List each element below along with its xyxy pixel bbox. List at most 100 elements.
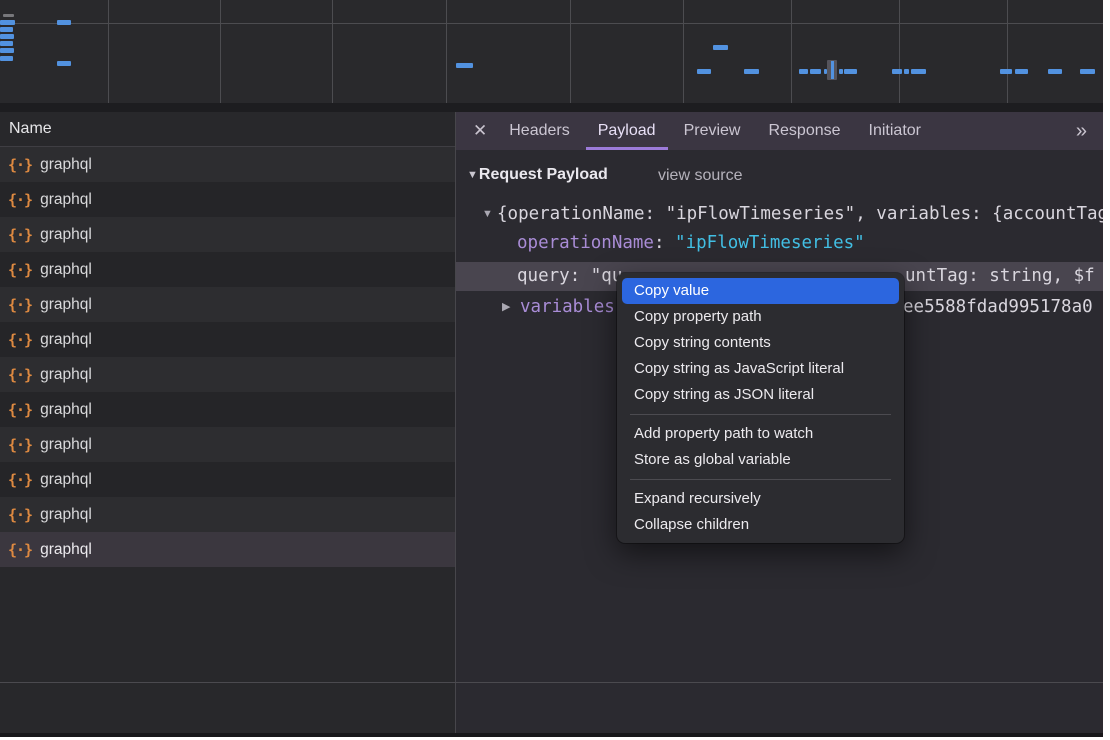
request-name: graphql bbox=[40, 191, 92, 209]
colon: : bbox=[570, 266, 591, 286]
request-name: graphql bbox=[40, 366, 92, 384]
section-title: Request Payload bbox=[479, 166, 608, 183]
payload-operationname-row[interactable]: operationName: "ipFlowTimeseries" bbox=[456, 229, 1103, 258]
table-row[interactable]: {·}graphql bbox=[0, 392, 455, 427]
request-timing-bar bbox=[3, 14, 14, 17]
menu-item-store-as-global-variable[interactable]: Store as global variable bbox=[617, 447, 904, 473]
requests-list: {·} graphql {·} graphql {·} graphql {·} grap… bbox=[0, 147, 455, 567]
overview-row-divider bbox=[0, 23, 1103, 24]
root-object-preview: {operationName: "ipFlowTimeseries", vari… bbox=[497, 200, 1103, 229]
timeline-gridline bbox=[791, 0, 792, 103]
request-timing-bar bbox=[1000, 69, 1012, 74]
timeline-gridline bbox=[332, 0, 333, 103]
expand-triangle-icon[interactable]: ▼ bbox=[482, 200, 493, 229]
menu-item-copy-property-path[interactable]: Copy property path bbox=[617, 304, 904, 330]
json-file-icon: {·} bbox=[8, 366, 32, 384]
json-file-icon: {·} bbox=[8, 436, 32, 454]
json-file-icon: {·} bbox=[8, 191, 32, 209]
property-key: operationName bbox=[517, 233, 654, 253]
json-file-icon: {·} bbox=[8, 401, 32, 419]
tab-payload[interactable]: Payload bbox=[586, 112, 668, 150]
request-timing-bar bbox=[456, 63, 473, 68]
request-timing-bar bbox=[0, 34, 14, 39]
property-key: query bbox=[517, 266, 570, 286]
collapse-triangle-icon: ▼ bbox=[467, 169, 478, 181]
json-file-icon: {·} bbox=[8, 541, 32, 559]
devtools-network-panel: Name {·} graphql {·} graphql {·} graphql {·… bbox=[0, 0, 1103, 737]
menu-item-add-property-path-to-watch[interactable]: Add property path to watch bbox=[617, 421, 904, 447]
timeline-gridline bbox=[220, 0, 221, 103]
request-timing-bar bbox=[57, 61, 71, 66]
request-name: graphql bbox=[40, 331, 92, 349]
close-icon[interactable]: ✕ bbox=[473, 112, 487, 150]
menu-item-copy-string-contents[interactable]: Copy string contents bbox=[617, 330, 904, 356]
timeline-gridline bbox=[1007, 0, 1008, 103]
timeline-gridline bbox=[570, 0, 571, 103]
name-column-header[interactable]: Name bbox=[0, 112, 455, 147]
request-timing-bar bbox=[1015, 69, 1028, 74]
request-name: graphql bbox=[40, 541, 92, 559]
request-timing-bar bbox=[1048, 69, 1062, 74]
detail-tabbar: ✕ Headers Payload Preview Response Initi… bbox=[456, 112, 1103, 150]
request-timing-bar bbox=[744, 69, 759, 74]
table-row[interactable]: {·} graphql bbox=[0, 322, 455, 357]
timeline-gridline bbox=[683, 0, 684, 103]
json-file-icon: {·} bbox=[8, 331, 32, 349]
json-file-icon: {·} bbox=[8, 296, 32, 314]
table-row[interactable]: {·} graphql bbox=[0, 497, 455, 532]
request-timing-bar bbox=[799, 69, 808, 74]
network-overview-timeline[interactable] bbox=[0, 0, 1103, 103]
request-name: graphql bbox=[40, 261, 92, 279]
tab-headers[interactable]: Headers bbox=[497, 112, 581, 150]
menu-item-collapse-children[interactable]: Collapse children bbox=[617, 512, 904, 538]
variables-preview-fragment: ee5588fdad995178a0 bbox=[903, 293, 1093, 322]
tab-response[interactable]: Response bbox=[756, 112, 852, 150]
window-bottom-edge bbox=[0, 733, 1103, 737]
request-timing-bar bbox=[0, 56, 13, 61]
property-value: "ipFlowTimeseries" bbox=[675, 233, 865, 253]
table-row[interactable]: {·} graphql bbox=[0, 427, 455, 462]
menu-item-copy-string-json-literal[interactable]: Copy string as JSON literal bbox=[617, 382, 904, 408]
menu-item-copy-value[interactable]: Copy value bbox=[622, 278, 899, 304]
overview-selection-marker-line bbox=[831, 61, 834, 79]
table-row[interactable]: {·} graphql bbox=[0, 462, 455, 497]
table-row[interactable]: {·}graphql bbox=[0, 252, 455, 287]
view-source-link[interactable]: view source bbox=[658, 167, 742, 185]
table-row[interactable]: {·}graphql bbox=[0, 147, 455, 182]
request-name: graphql bbox=[40, 506, 92, 524]
request-timing-bar bbox=[810, 69, 821, 74]
query-value-fragment: untTag: string, $f bbox=[905, 262, 1095, 291]
request-timing-bar bbox=[0, 41, 13, 46]
payload-root-row[interactable]: ▼ {operationName: "ipFlowTimeseries", va… bbox=[456, 200, 1103, 229]
table-row[interactable]: {·} graphql bbox=[0, 357, 455, 392]
expand-triangle-icon[interactable]: ▶ bbox=[502, 293, 510, 322]
menu-item-copy-string-js-literal[interactable]: Copy string as JavaScript literal bbox=[617, 356, 904, 382]
request-timing-bar bbox=[57, 20, 71, 25]
request-timing-bar bbox=[1080, 69, 1095, 74]
json-file-icon: {·} bbox=[8, 226, 32, 244]
request-payload-section-header[interactable]: ▼Request Payload bbox=[467, 166, 608, 184]
timeline-gridline bbox=[899, 0, 900, 103]
json-file-icon: {·} bbox=[8, 506, 32, 524]
json-file-icon: {·} bbox=[8, 471, 32, 489]
tab-initiator[interactable]: Initiator bbox=[857, 112, 933, 150]
request-name: graphql bbox=[40, 436, 92, 454]
request-timing-bar bbox=[904, 69, 909, 74]
colon: : bbox=[654, 233, 675, 253]
request-timing-bar bbox=[697, 69, 711, 74]
menu-item-expand-recursively[interactable]: Expand recursively bbox=[617, 486, 904, 512]
more-tabs-icon[interactable]: » bbox=[1076, 112, 1087, 150]
request-name: graphql bbox=[40, 471, 92, 489]
request-timing-bar bbox=[713, 45, 728, 50]
request-timing-bar bbox=[0, 27, 13, 32]
tab-preview[interactable]: Preview bbox=[672, 112, 753, 150]
request-name: graphql bbox=[40, 296, 92, 314]
overview-bottom-band bbox=[0, 103, 1103, 112]
property-key: variables bbox=[520, 297, 615, 317]
table-row-selected[interactable]: {·} graphql bbox=[0, 532, 455, 567]
table-row[interactable]: {·} graphql bbox=[0, 182, 455, 217]
devtools-window: Name {·} graphql {·} graphql {·} graphql {·… bbox=[0, 0, 1110, 740]
requests-table: Name {·} graphql {·} graphql {·} graphql {·… bbox=[0, 112, 455, 737]
table-row[interactable]: {·} graphql bbox=[0, 287, 455, 322]
table-row[interactable]: {·}graphql bbox=[0, 217, 455, 252]
